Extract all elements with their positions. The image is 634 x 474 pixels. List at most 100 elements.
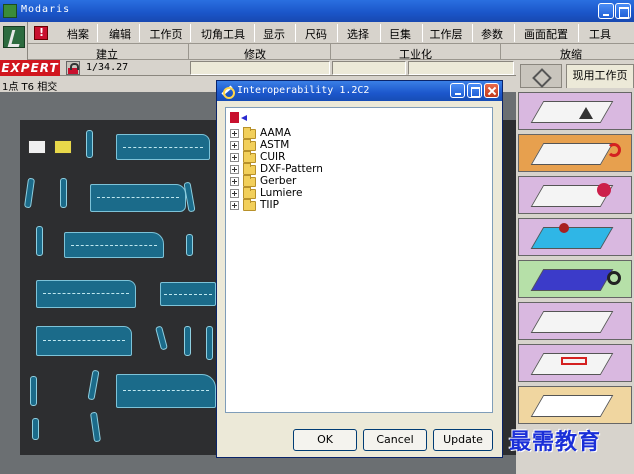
menu-separator [380,24,381,42]
menu-display[interactable]: 显示 [258,26,290,41]
status-field [332,61,406,75]
expand-icon[interactable] [230,141,239,150]
menu-macro[interactable]: 巨集 [384,26,416,41]
piece-thumbnail-icon[interactable] [28,140,46,154]
dialog-title-bar: Interoperability 1.2C2 [217,81,502,101]
tree-item-label: TIIP [260,199,279,211]
menu-corner-tools[interactable]: 切角工具 [196,26,250,41]
dialog-app-icon [221,85,235,99]
menu-separator [422,24,423,42]
pattern-sliver[interactable] [32,418,39,440]
menu-separator [97,24,98,42]
pattern-sliver[interactable] [186,234,193,256]
menu-file[interactable]: 档案 [62,26,94,41]
menu-separator [139,24,140,42]
expert-badge: EXPERT [0,60,60,76]
pattern-piece[interactable] [90,184,186,212]
menu-worksheet[interactable]: 工作页 [146,26,186,41]
folder-icon [243,163,256,175]
section-separator [330,44,331,60]
info-text: 1点 T6 相交 [2,82,58,93]
menu-tools[interactable]: 工具 [584,26,616,41]
maximize-button[interactable] [615,3,631,19]
menu-separator [190,24,191,42]
pattern-piece[interactable] [36,326,132,356]
panel-tab-icon[interactable] [520,64,562,88]
section-separator [500,44,501,60]
tool-button-5[interactable] [518,260,632,298]
interoperability-dialog: Interoperability 1.2C2 AAMA ASTM CUIR DX… [216,80,503,458]
app-icon [3,4,17,18]
tool-button-2[interactable] [518,134,632,172]
expand-icon[interactable] [230,129,239,138]
menu-separator [337,24,338,42]
menu-select[interactable]: 选择 [342,26,374,41]
pattern-piece[interactable] [64,232,164,258]
section-separator [188,44,189,60]
tab-active-worksheet[interactable]: 现用工作页 [566,64,634,88]
red-alert-icon[interactable] [34,26,48,40]
folder-icon [243,175,256,187]
expand-icon[interactable] [230,189,239,198]
menu-layout[interactable]: 画面配置 [518,26,574,41]
status-field [408,61,514,75]
folder-icon [243,139,256,151]
pattern-sliver[interactable] [60,178,67,208]
logo-area [0,22,28,62]
expand-icon[interactable] [230,177,239,186]
tree-item-label: AAMA [260,127,291,139]
tool-button-6[interactable] [518,302,632,340]
pattern-sliver[interactable] [206,326,213,360]
piece-label-icon[interactable] [54,140,72,154]
status-field [190,61,330,75]
menu-edit[interactable]: 编辑 [104,26,136,41]
menu-size[interactable]: 尺码 [300,26,332,41]
folder-icon [243,127,256,139]
pattern-piece[interactable] [160,282,216,306]
watermark: 最需教育 [509,430,602,455]
expand-icon[interactable] [230,153,239,162]
folder-icon [243,187,256,199]
tool-button-7[interactable] [518,344,632,382]
format-tree[interactable]: AAMA ASTM CUIR DXF-Pattern Gerber Lumier… [225,107,493,413]
folder-icon [243,151,256,163]
expand-icon[interactable] [230,165,239,174]
tree-item-label: Gerber [260,175,297,187]
menu-separator [514,24,515,42]
dialog-minimize-button[interactable] [450,83,465,98]
dialog-close-button[interactable] [484,83,499,98]
tree-item-label: DXF-Pattern [260,163,323,175]
lock-icon[interactable] [66,61,80,75]
pattern-sliver[interactable] [184,326,191,356]
update-button[interactable]: Update [433,429,493,451]
folder-icon [243,199,256,211]
status-value: 1/34.27 [86,62,129,73]
back-arrow-icon[interactable] [230,112,252,124]
menu-separator [578,24,579,42]
modaris-app: Modaris 档案 编辑 工作页 切角工具 显示 尺码 选择 巨集 工作层 参… [0,0,634,474]
tool-button-8[interactable] [518,386,632,424]
cancel-button[interactable]: Cancel [363,429,427,451]
tree-item-label: ASTM [260,139,290,151]
minimize-button[interactable] [598,3,614,19]
expand-icon[interactable] [230,201,239,210]
tool-button-3[interactable] [518,176,632,214]
menu-separator [295,24,296,42]
logo-icon[interactable] [3,26,25,48]
dialog-maximize-button[interactable] [467,83,482,98]
pattern-sliver[interactable] [86,130,93,158]
menu-layer[interactable]: 工作层 [426,26,466,41]
tool-button-1[interactable] [518,92,632,130]
ok-button[interactable]: OK [293,429,357,451]
pattern-piece[interactable] [116,374,216,408]
pattern-piece[interactable] [36,280,136,308]
pattern-piece[interactable] [116,134,210,160]
tree-item-label: CUIR [260,151,286,163]
section-bar [28,44,634,60]
menu-params[interactable]: 参数 [476,26,508,41]
dialog-title: Interoperability 1.2C2 [237,85,370,96]
pattern-sliver[interactable] [30,376,37,406]
pattern-sliver[interactable] [36,226,43,256]
menu-separator [254,24,255,42]
tool-button-4[interactable] [518,218,632,256]
